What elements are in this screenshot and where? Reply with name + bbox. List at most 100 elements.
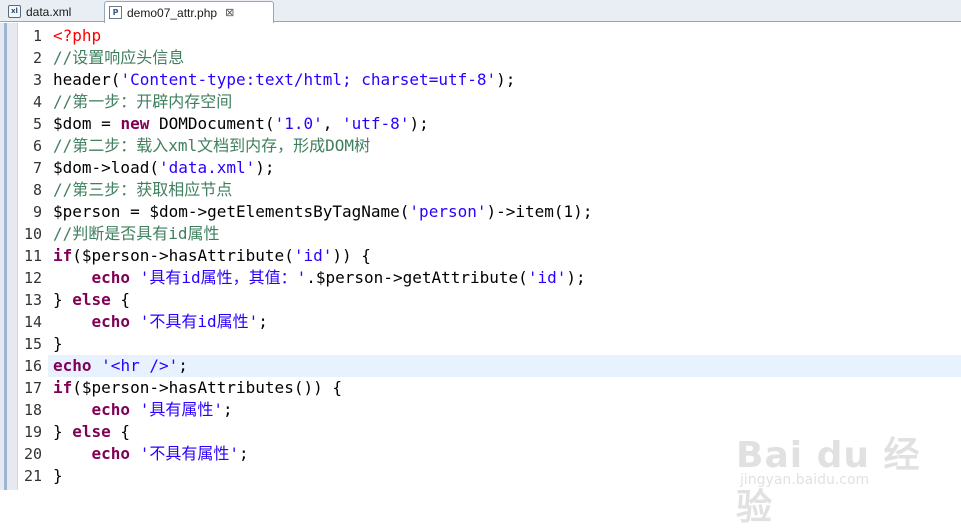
code-line[interactable]: $person = $dom->getElementsByTagName('pe… [48, 201, 961, 223]
tab-label: demo07_attr.php [127, 5, 218, 20]
line-number: 17 [23, 379, 42, 397]
code-line[interactable]: $dom->load('data.xml'); [48, 157, 961, 179]
code-text: } [48, 466, 63, 485]
code-token: '不具有id属性' [139, 312, 259, 331]
code-token: } [53, 334, 63, 353]
code-text: echo '不具有属性'; [48, 444, 249, 463]
code-line[interactable]: $dom = new DOMDocument('1.0', 'utf-8'); [48, 113, 961, 135]
code-line[interactable]: echo '具有属性'; [48, 399, 961, 421]
code-line[interactable]: //第三步：获取相应节点 [48, 179, 961, 201]
code-token: '不具有属性' [139, 444, 239, 463]
code-text: //第二步：载入xml文档到内存，形成DOM树 [48, 136, 370, 155]
code-line[interactable]: } else { [48, 289, 961, 311]
code-token: 'id' [293, 246, 333, 265]
line-number: 10 [23, 225, 42, 243]
code-line[interactable]: <?php [48, 25, 961, 47]
code-token: ; [258, 312, 268, 331]
code-token: echo [91, 312, 131, 331]
code-text: echo '具有id属性，其值：'.$person->getAttribute(… [48, 268, 586, 287]
line-number: 11 [23, 247, 42, 265]
code-token: '<hr />' [101, 356, 179, 375]
code-line[interactable]: header('Content-type:text/html; charset=… [48, 69, 961, 91]
tab-data-xml[interactable]: xl data.xml [8, 1, 100, 22]
line-number: 20 [23, 445, 42, 463]
code-token: '具有id属性，其值：' [139, 268, 307, 287]
code-line[interactable]: if($person->hasAttribute('id')) { [48, 245, 961, 267]
code-token: else [72, 422, 111, 441]
code-text: //第一步：开辟内存空间 [48, 92, 232, 111]
code-line[interactable]: echo '具有id属性，其值：'.$person->getAttribute(… [48, 267, 961, 289]
code-area[interactable]: <?php //设置响应头信息 header('Content-type:text/… [48, 23, 961, 490]
code-line[interactable]: } [48, 465, 961, 487]
code-text: $dom->load('data.xml'); [48, 158, 275, 177]
tab-demo07-attr-php[interactable]: P demo07_attr.php ⊠ [104, 1, 274, 23]
tab-label: data.xml [26, 4, 72, 19]
code-token: { [110, 422, 131, 441]
code-token: ; [178, 356, 188, 375]
code-text: //设置响应头信息 [48, 48, 184, 67]
line-number: 4 [32, 93, 42, 111]
code-token: 'utf-8' [342, 114, 410, 133]
code-line[interactable]: if($person->hasAttributes()) { [48, 377, 961, 399]
line-number: 1 [32, 27, 42, 45]
code-token: if [53, 246, 73, 265]
code-line[interactable]: //设置响应头信息 [48, 47, 961, 69]
code-line[interactable]: echo '不具有属性'; [48, 443, 961, 465]
code-token: echo [91, 400, 131, 419]
code-line[interactable]: } else { [48, 421, 961, 443]
code-token: echo [91, 268, 131, 287]
php-file-icon: P [109, 6, 122, 19]
code-line[interactable]: echo '不具有id属性'; [48, 311, 961, 333]
code-text: } [48, 334, 63, 353]
code-token: 'person' [409, 202, 487, 221]
code-token: '具有属性' [139, 400, 223, 419]
code-line[interactable]: } [48, 333, 961, 355]
code-text: if($person->hasAttribute('id')) { [48, 246, 371, 265]
line-number: 18 [23, 401, 42, 419]
code-text: if($person->hasAttributes()) { [48, 378, 342, 397]
code-token: } [53, 466, 63, 485]
line-number: 15 [23, 335, 42, 353]
code-text: $dom = new DOMDocument('1.0', 'utf-8'); [48, 114, 429, 133]
code-text: echo '<hr />'; [48, 356, 188, 375]
code-token: '1.0' [274, 114, 323, 133]
code-text: //第三步：获取相应节点 [48, 180, 232, 199]
code-line[interactable]: //第一步：开辟内存空间 [48, 91, 961, 113]
close-tab-icon[interactable]: ⊠ [225, 6, 234, 19]
code-token: else [72, 290, 111, 309]
editor-tab-bar: xl data.xml P demo07_attr.php ⊠ [0, 0, 961, 23]
code-text: echo '不具有id属性'; [48, 312, 268, 331]
code-text: header('Content-type:text/html; charset=… [48, 70, 515, 89]
code-token: ; [222, 400, 233, 419]
code-token: echo [53, 356, 92, 375]
code-token: echo [91, 444, 131, 463]
line-number: 7 [32, 159, 42, 177]
code-token: //第二步：载入xml文档到内存，形成DOM树 [53, 136, 371, 155]
code-token: header( [53, 70, 121, 89]
line-number: 16 [23, 357, 42, 375]
line-number: 8 [32, 181, 42, 199]
code-token: //判断是否具有id属性 [53, 224, 220, 243]
code-text: } else { [48, 422, 130, 441]
code-line[interactable]: echo '<hr />'; [48, 355, 961, 377]
code-line[interactable]: //判断是否具有id属性 [48, 223, 961, 245]
code-line[interactable]: //第二步：载入xml文档到内存，形成DOM树 [48, 135, 961, 157]
code-token: ); [496, 70, 516, 89]
code-token: $dom->load( [53, 158, 159, 177]
code-token: , [322, 114, 343, 133]
code-token: ); [255, 158, 275, 177]
line-number: 19 [23, 423, 42, 441]
code-token: ); [566, 268, 586, 287]
line-number: 12 [23, 269, 42, 287]
code-token: //设置响应头信息 [53, 48, 185, 67]
code-editor[interactable]: 1 2 3 4 5 6 7 8 9 10 11 12 13 14 15 16 17 18 19 20 21 <?php /… [0, 23, 961, 528]
line-number: 3 [32, 71, 42, 89]
line-number: 2 [32, 49, 42, 67]
code-token: 'Content-type:text/html; charset=utf-8' [120, 70, 497, 89]
code-token: new [120, 114, 150, 133]
